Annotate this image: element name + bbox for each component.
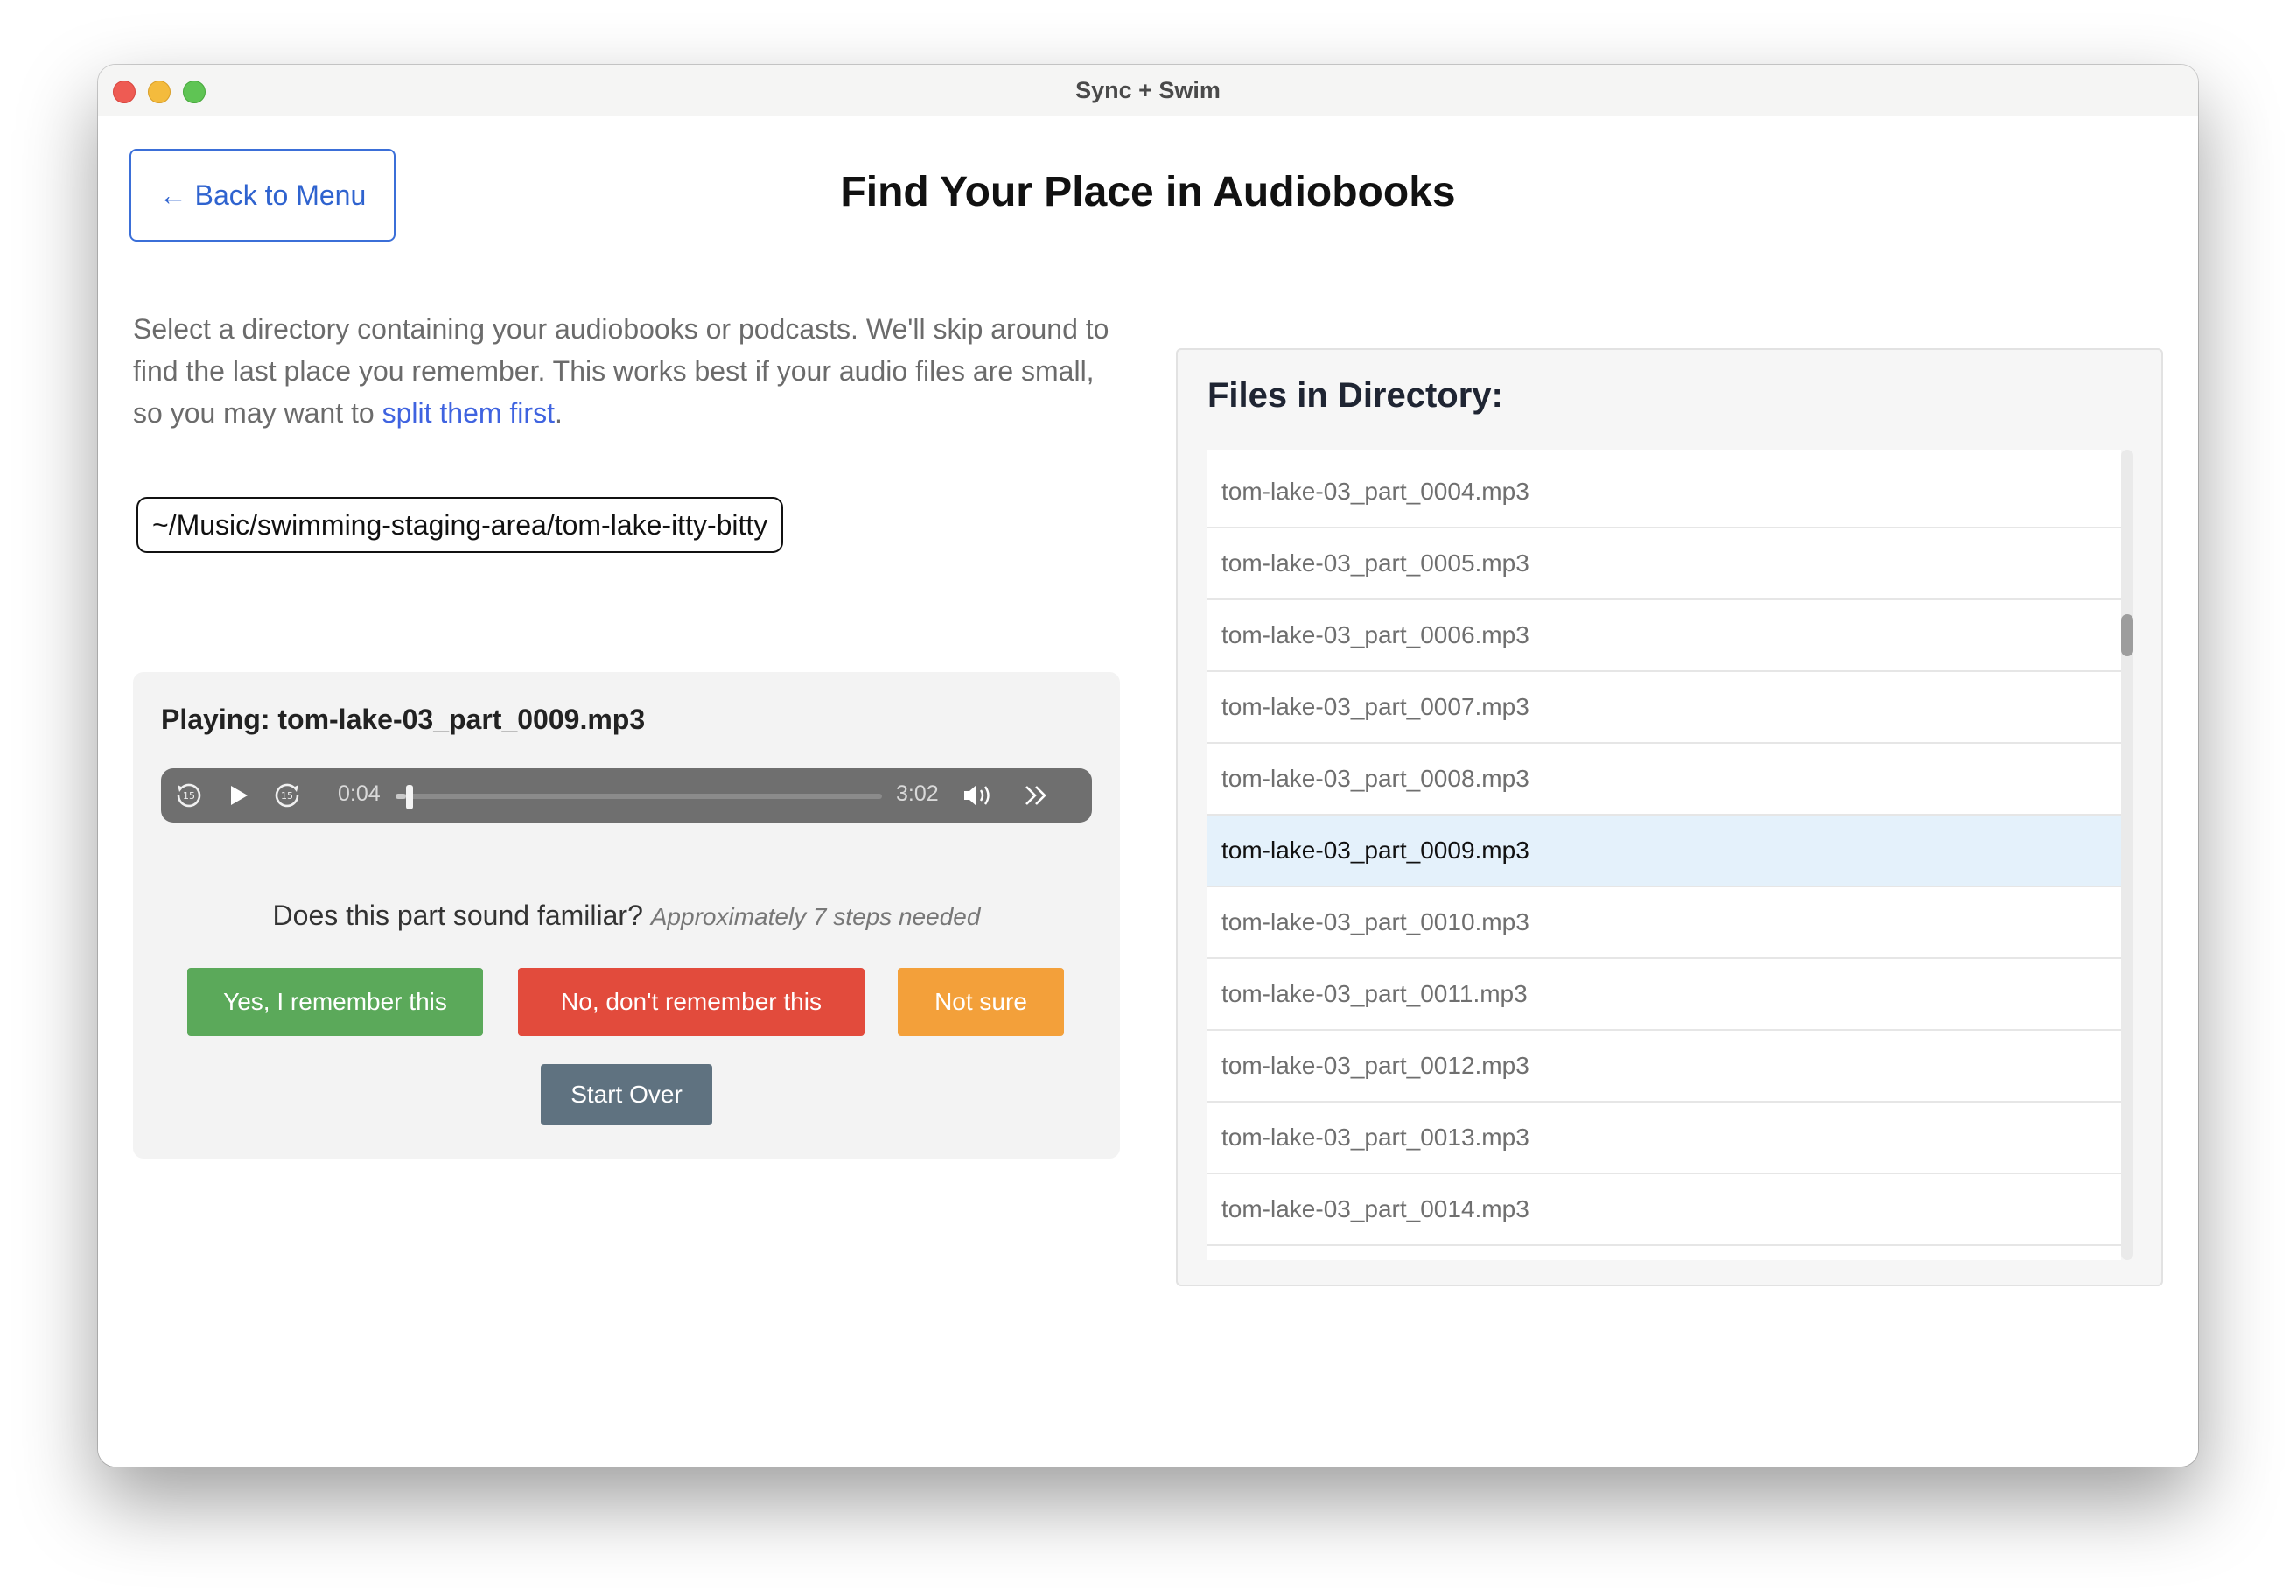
file-list-item[interactable]: tom-lake-03_part_0006.mp3 <box>1208 600 2121 672</box>
split-files-link[interactable]: split them first <box>382 397 555 429</box>
app-window: Sync + Swim ← Back to Menu Find Your Pla… <box>98 65 2198 1466</box>
play-icon[interactable] <box>220 778 256 813</box>
file-list-item[interactable]: tom-lake-03_part_0012.mp3 <box>1208 1031 2121 1102</box>
now-playing-label: Playing: tom-lake-03_part_0009.mp3 <box>161 704 646 735</box>
question-text: Does this part sound familiar? <box>272 900 643 931</box>
scrollbar-thumb[interactable] <box>2121 614 2133 656</box>
seek-bar[interactable] <box>396 785 882 809</box>
file-list-item[interactable]: tom-lake-03_part_0013.mp3 <box>1208 1102 2121 1174</box>
audio-player: 15 15 0:04 3:02 <box>161 768 1092 822</box>
forward-15-icon[interactable]: 15 <box>270 778 304 813</box>
file-list-item[interactable]: tom-lake-03_part_0014.mp3 <box>1208 1174 2121 1246</box>
files-panel: Files in Directory: tom-lake-03_part_000… <box>1176 348 2163 1286</box>
intro-text: Select a directory containing your audio… <box>133 308 1113 434</box>
familiarity-question: Does this part sound familiar? Approxima… <box>133 900 1120 932</box>
seek-progress <box>396 794 407 799</box>
svg-text:15: 15 <box>183 790 195 802</box>
duration: 3:02 <box>896 781 939 806</box>
start-over-button[interactable]: Start Over <box>541 1064 712 1125</box>
files-title: Files in Directory: <box>1208 376 1503 415</box>
no-remember-button[interactable]: No, don't remember this <box>518 968 864 1036</box>
file-list-item[interactable]: tom-lake-03_part_0004.mp3 <box>1208 457 2121 528</box>
intro-body: Select a directory containing your audio… <box>133 313 1110 429</box>
file-list-item[interactable]: tom-lake-03_part_0011.mp3 <box>1208 959 2121 1031</box>
main-content: ← Back to Menu Find Your Place in Audiob… <box>98 116 2198 1466</box>
file-list-item[interactable]: tom-lake-03_part_0009.mp3 <box>1208 816 2121 887</box>
steps-hint: Approximately 7 steps needed <box>650 903 981 930</box>
intro-suffix: . <box>554 397 563 429</box>
volume-icon[interactable] <box>961 778 996 813</box>
file-list-scrollbar[interactable] <box>2121 450 2133 1260</box>
current-time: 0:04 <box>338 781 381 806</box>
directory-path-field[interactable]: ~/Music/swimming-staging-area/tom-lake-i… <box>136 497 784 553</box>
yes-remember-button[interactable]: Yes, I remember this <box>187 968 483 1036</box>
title-bar: Sync + Swim <box>98 65 2198 116</box>
file-list-item[interactable]: tom-lake-03_part_0010.mp3 <box>1208 887 2121 959</box>
file-list-item[interactable]: tom-lake-03_part_0005.mp3 <box>1208 528 2121 600</box>
file-list-item[interactable]: tom-lake-03_part_0008.mp3 <box>1208 744 2121 816</box>
player-card: Playing: tom-lake-03_part_0009.mp3 15 15… <box>133 672 1120 1158</box>
file-list[interactable]: tom-lake-03_part_0004.mp3 tom-lake-03_par… <box>1208 450 2121 1260</box>
double-chevron-right-icon[interactable] <box>1018 778 1054 813</box>
page-title: Find Your Place in Audiobooks <box>840 169 1456 215</box>
svg-text:15: 15 <box>281 790 293 802</box>
window-title: Sync + Swim <box>1075 77 1221 103</box>
file-list-item[interactable]: tom-lake-03_part_0007.mp3 <box>1208 672 2121 744</box>
not-sure-button[interactable]: Not sure <box>898 968 1064 1036</box>
seek-handle[interactable] <box>406 785 414 809</box>
rewind-15-icon[interactable]: 15 <box>172 778 206 813</box>
